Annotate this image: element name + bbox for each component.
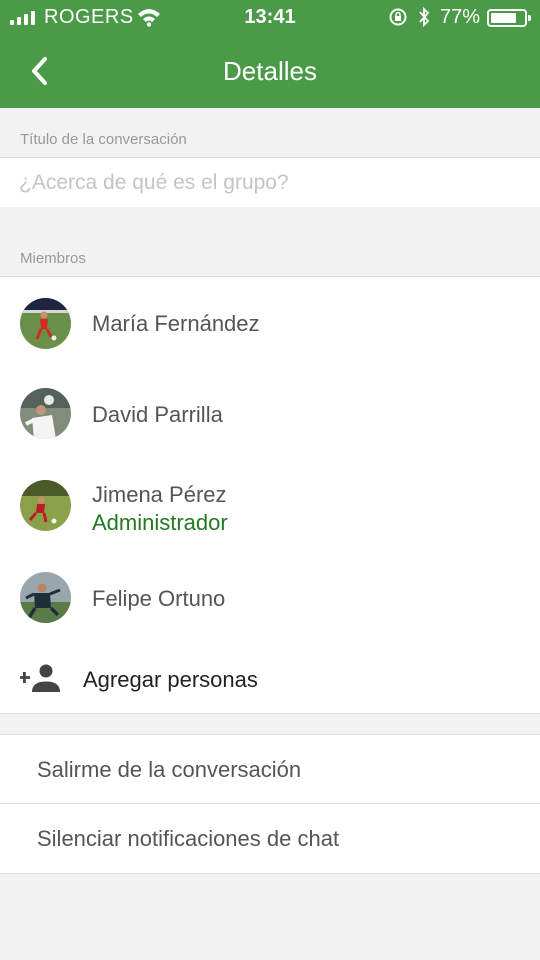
add-person-icon: [20, 664, 60, 692]
members-section-label: Miembros: [20, 250, 86, 267]
bluetooth-icon: [419, 7, 430, 27]
battery-icon: [487, 9, 531, 27]
member-row[interactable]: David Parrilla: [0, 376, 540, 456]
member-name: David Parrilla: [92, 402, 223, 427]
leave-conversation-button[interactable]: Salirme de la conversación: [0, 734, 540, 804]
member-name: Felipe Ortuno: [92, 586, 226, 611]
mute-notifications-button[interactable]: Silenciar notificaciones de chat: [0, 804, 540, 874]
add-people-label: Agregar personas: [83, 667, 258, 692]
admin-badge: Administrador: [92, 510, 228, 535]
member-avatar: [20, 572, 71, 623]
member-row[interactable]: Felipe Ortuno: [0, 560, 540, 640]
member-avatar: [20, 388, 71, 439]
members-list: María Fernández David Parrilla Jimena Pé…: [0, 276, 540, 714]
member-row[interactable]: Jimena Pérez Administrador: [0, 468, 540, 548]
member-avatar: [20, 298, 71, 349]
add-people-button[interactable]: Agregar personas: [0, 650, 540, 710]
mute-notifications-label: Silenciar notificaciones de chat: [37, 826, 340, 851]
conversation-title-row: [0, 157, 540, 208]
member-row[interactable]: María Fernández: [0, 284, 540, 364]
conversation-title-input[interactable]: [19, 158, 519, 208]
status-bar: ROGERS 13:41 77%: [0, 0, 540, 36]
page-title: Detalles: [223, 56, 317, 86]
battery-fill: [491, 13, 516, 23]
battery-percent: 77%: [440, 6, 481, 28]
member-name: Jimena Pérez: [92, 482, 227, 507]
member-avatar: [20, 480, 71, 531]
rotation-lock-icon: [389, 8, 407, 26]
leave-conversation-label: Salirme de la conversación: [37, 757, 302, 782]
app-header: ROGERS 13:41 77% Detalles: [0, 0, 540, 108]
member-name: María Fernández: [92, 311, 260, 336]
conversation-title-label: Título de la conversación: [20, 131, 187, 148]
